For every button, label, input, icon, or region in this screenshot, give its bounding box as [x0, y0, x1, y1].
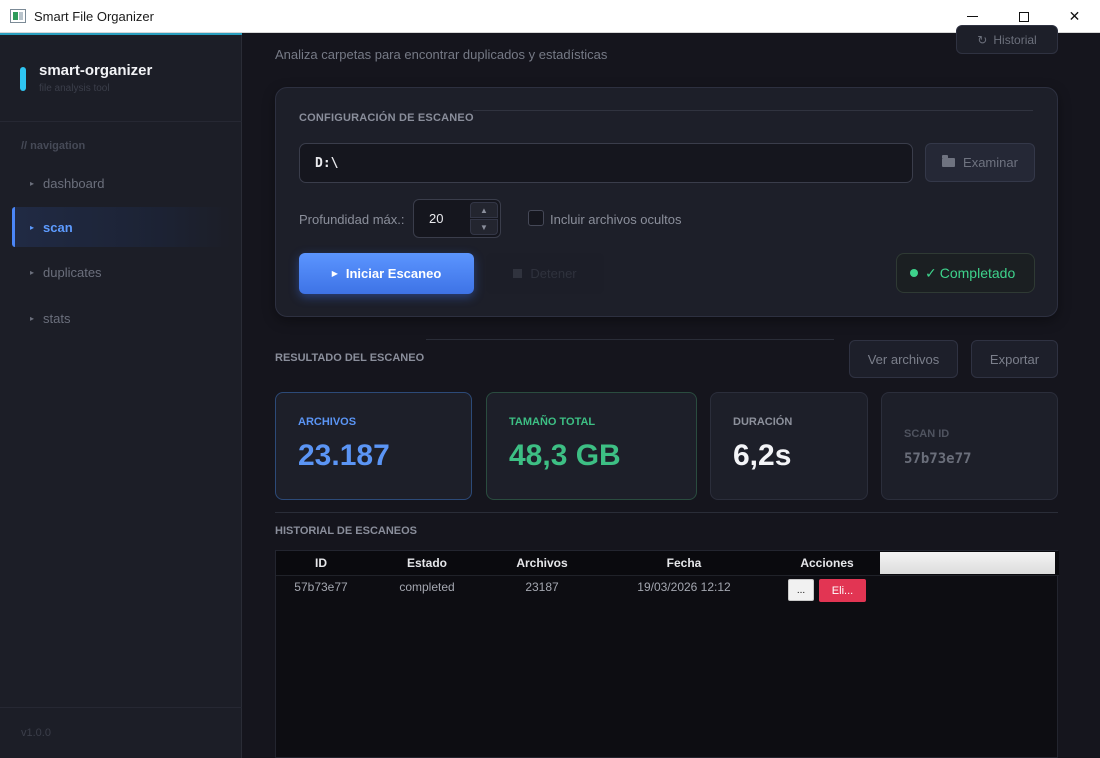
stat-label: SCAN ID	[904, 428, 950, 440]
depth-value[interactable]: 20	[429, 211, 443, 226]
start-scan-button[interactable]: ▶ Iniciar Escaneo	[299, 253, 474, 294]
history-icon: ↻	[977, 32, 988, 47]
browse-button[interactable]: Examinar	[925, 143, 1035, 182]
sidebar-item-duplicates[interactable]: ▸ duplicates	[12, 252, 230, 292]
maximize-icon	[1018, 11, 1029, 22]
spin-up-button[interactable]: ▲	[470, 202, 498, 218]
stop-scan-label: Detener	[530, 266, 577, 281]
minimize-icon	[967, 15, 978, 18]
column-header[interactable]: Acciones	[782, 556, 872, 570]
depth-spinbox[interactable]: 20 ▲ ▼	[413, 199, 501, 238]
window-title: Smart File Organizer	[34, 8, 154, 24]
include-hidden-label[interactable]: Incluir archivos ocultos	[550, 212, 682, 227]
stat-value: 6,2s	[733, 439, 792, 472]
caret-right-icon: ▸	[30, 267, 35, 277]
brand-title: smart-organizer	[39, 62, 153, 79]
row-more-button[interactable]: ...	[788, 579, 814, 601]
stat-value: 23.187	[298, 439, 390, 472]
depth-label: Profundidad máx.:	[299, 212, 405, 227]
caret-right-icon: ▸	[30, 178, 35, 188]
sidebar-item-scan[interactable]: ▸ scan	[12, 207, 230, 247]
caret-right-icon: ▸	[30, 222, 35, 232]
browse-button-label: Examinar	[963, 155, 1018, 170]
stat-label: TAMAÑO TOTAL	[509, 416, 596, 428]
scan-config-title: CONFIGURACIÓN DE ESCANEO	[299, 112, 474, 124]
cell-files: 23187	[525, 580, 559, 594]
window-titlebar: Smart File Organizer ✕	[0, 0, 1100, 33]
play-icon: ▶	[331, 269, 338, 278]
stat-value: 57b73e77	[904, 451, 972, 467]
app-icon	[10, 9, 26, 23]
sidebar-item-label: stats	[43, 310, 71, 326]
start-scan-label: Iniciar Escaneo	[345, 266, 442, 281]
sidebar: smart-organizer file analysis tool // na…	[0, 33, 242, 758]
sidebar-item-label: dashboard	[43, 175, 105, 191]
header-filler	[880, 552, 1055, 574]
column-header[interactable]: Archivos	[496, 556, 588, 570]
sidebar-footer-divider	[0, 707, 242, 708]
brand-subtitle: file analysis tool	[39, 83, 110, 94]
sidebar-accent-line	[0, 33, 242, 35]
section-divider	[473, 110, 1033, 111]
column-header[interactable]: Estado	[384, 556, 470, 570]
cell-id: 57b73e77	[294, 580, 348, 594]
column-header[interactable]: Fecha	[610, 556, 758, 570]
folder-icon	[942, 155, 956, 167]
view-files-button[interactable]: Ver archivos	[849, 340, 958, 378]
include-hidden-checkbox[interactable]	[528, 210, 544, 226]
scan-status-badge: ✓ Completado	[896, 253, 1035, 293]
stop-scan-button[interactable]: Detener	[486, 253, 604, 294]
checkmark-icon: ✓	[925, 264, 937, 281]
page-subtitle: Analiza carpetas para encontrar duplicad…	[275, 47, 608, 62]
caret-right-icon: ▸	[30, 313, 35, 323]
sidebar-item-label: duplicates	[43, 264, 102, 280]
results-title: RESULTADO DEL ESCANEO	[275, 352, 425, 364]
history-table: ID Estado Archivos Fecha Acciones 57b73e…	[275, 550, 1059, 758]
stat-card-size: TAMAÑO TOTAL 48,3 GB	[486, 392, 697, 500]
sidebar-divider	[0, 121, 242, 122]
close-icon: ✕	[1068, 8, 1081, 24]
chevron-up-icon: ▲	[480, 205, 488, 215]
sidebar-item-stats[interactable]: ▸ stats	[12, 298, 230, 338]
main-content: Analiza carpetas para encontrar duplicad…	[243, 25, 1100, 758]
export-button[interactable]: Exportar	[971, 340, 1058, 378]
stat-label: ARCHIVOS	[298, 416, 357, 428]
stat-label: DURACIÓN	[733, 416, 793, 428]
scan-status-text: Completado	[939, 265, 1016, 281]
stat-card-files: ARCHIVOS 23.187	[275, 392, 472, 500]
cell-date: 19/03/2026 12:12	[637, 580, 731, 594]
sidebar-item-label: scan	[43, 219, 73, 235]
scan-path-input[interactable]: D:\	[299, 143, 913, 183]
row-delete-button[interactable]: Eli...	[819, 579, 866, 602]
status-dot-icon	[910, 269, 918, 277]
column-header[interactable]: ID	[288, 556, 354, 570]
version-label: v1.0.0	[21, 727, 51, 739]
sidebar-item-dashboard[interactable]: ▸ dashboard	[12, 163, 230, 203]
section-divider	[426, 339, 834, 340]
stat-card-scan-id: SCAN ID 57b73e77	[881, 392, 1058, 500]
cell-status: completed	[399, 580, 455, 594]
chevron-down-icon: ▼	[480, 222, 488, 232]
stat-card-duration: DURACIÓN 6,2s	[710, 392, 868, 500]
nav-header: // navigation	[21, 140, 86, 152]
stop-icon	[513, 269, 523, 278]
brand-accent-icon	[20, 67, 26, 91]
history-title: HISTORIAL DE ESCANEOS	[275, 525, 418, 537]
table-header: ID Estado Archivos Fecha Acciones	[276, 551, 1059, 576]
section-divider	[275, 512, 1058, 513]
history-button-label: Historial	[993, 32, 1037, 47]
scan-config-card: CONFIGURACIÓN DE ESCANEO D:\ Examinar Pr…	[275, 87, 1058, 317]
spin-down-button[interactable]: ▼	[470, 219, 498, 235]
history-button[interactable]: ↻ Historial	[956, 25, 1058, 54]
stat-value: 48,3 GB	[509, 439, 621, 472]
